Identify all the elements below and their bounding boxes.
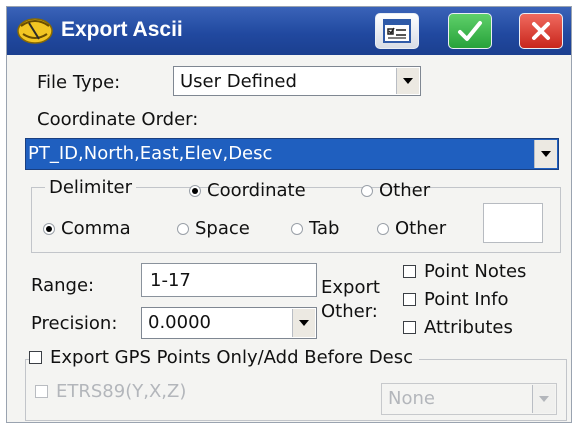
- coordinate-order-label: Coordinate Order:: [37, 109, 199, 130]
- attributes-label: Attributes: [424, 317, 513, 338]
- point-info-checkbox[interactable]: Point Info: [403, 289, 508, 310]
- radio-unselected-icon: [291, 222, 303, 235]
- delimiter-other-radio[interactable]: Other: [377, 218, 446, 239]
- range-input[interactable]: 1-17: [141, 263, 317, 297]
- point-info-label: Point Info: [424, 289, 509, 310]
- delimiter-coordinate-radio[interactable]: Coordinate: [189, 180, 306, 201]
- delimiter-other-scope-label: Other: [379, 180, 431, 201]
- delimiter-other-scope-radio[interactable]: Other: [361, 180, 430, 201]
- close-button[interactable]: [519, 13, 563, 49]
- point-notes-checkbox[interactable]: Point Notes: [403, 261, 526, 282]
- point-notes-label: Point Notes: [424, 261, 527, 282]
- dropdown-arrow-icon[interactable]: [534, 140, 557, 168]
- file-type-label: File Type:: [37, 72, 121, 93]
- etrs89-checkbox[interactable]: ETRS89(Y,X,Z): [35, 381, 186, 402]
- checkbox-unchecked-icon: [403, 293, 416, 306]
- precision-label: Precision:: [31, 313, 118, 334]
- etrs89-label: ETRS89(Y,X,Z): [56, 381, 187, 402]
- radio-selected-icon: [43, 222, 55, 235]
- checkmark-icon: [458, 21, 482, 41]
- precision-value: 0.0000: [148, 312, 211, 333]
- file-type-value: User Defined: [180, 71, 297, 92]
- list-dialog-icon: [383, 19, 411, 43]
- etrs89-select[interactable]: None: [381, 383, 557, 415]
- precision-select[interactable]: 0.0000: [141, 307, 317, 339]
- delimiter-tab-radio[interactable]: Tab: [291, 218, 339, 239]
- export-gps-label: Export GPS Points Only/Add Before Desc: [50, 347, 414, 368]
- etrs89-value: None: [388, 388, 435, 409]
- window-title: Export Ascii: [61, 18, 183, 41]
- delimiter-comma-radio[interactable]: Comma: [43, 218, 131, 239]
- export-ascii-dialog: Export Ascii File Type: User Defined Coo…: [6, 6, 572, 423]
- dropdown-arrow-icon[interactable]: [532, 385, 555, 413]
- delimiter-space-radio[interactable]: Space: [177, 218, 250, 239]
- range-label: Range:: [31, 275, 95, 296]
- app-logo-icon: [17, 18, 53, 44]
- range-value: 1-17: [150, 270, 191, 291]
- delimiter-tab-label: Tab: [309, 218, 340, 239]
- dropdown-arrow-icon[interactable]: [396, 68, 419, 94]
- delimiter-coordinate-label: Coordinate: [207, 180, 306, 201]
- export-gps-checkbox[interactable]: Export GPS Points Only/Add Before Desc: [29, 347, 420, 368]
- ok-button[interactable]: [448, 13, 492, 49]
- checkbox-unchecked-icon: [29, 351, 42, 364]
- attributes-checkbox[interactable]: Attributes: [403, 317, 513, 338]
- delimiter-space-label: Space: [195, 218, 250, 239]
- title-bar: Export Ascii: [7, 7, 571, 55]
- coordinate-order-select[interactable]: PT_ID,North,East,Elev,Desc: [25, 138, 559, 170]
- checkbox-unchecked-icon: [403, 265, 416, 278]
- delimiter-comma-label: Comma: [61, 218, 131, 239]
- radio-unselected-icon: [377, 222, 389, 235]
- x-icon: [532, 22, 550, 40]
- radio-unselected-icon: [177, 222, 189, 235]
- delimiter-group-label: Delimiter: [45, 177, 137, 198]
- coordinate-order-value: PT_ID,North,East,Elev,Desc: [28, 143, 273, 164]
- delimiter-other-input[interactable]: [483, 203, 543, 243]
- checkbox-unchecked-icon: [35, 385, 48, 398]
- delimiter-other-label: Other: [395, 218, 447, 239]
- dropdown-arrow-icon[interactable]: [292, 309, 315, 337]
- radio-selected-icon: [189, 184, 201, 197]
- radio-unselected-icon: [361, 184, 373, 197]
- export-other-label-line1: Export: [321, 277, 380, 298]
- options-button[interactable]: [375, 13, 419, 49]
- export-other-label-line2: Other:: [321, 301, 378, 322]
- file-type-select[interactable]: User Defined: [173, 66, 421, 96]
- checkbox-unchecked-icon: [403, 321, 416, 334]
